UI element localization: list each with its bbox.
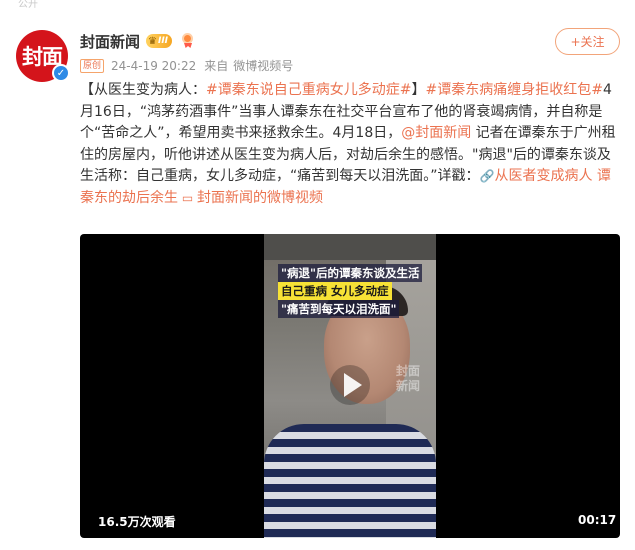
play-icon xyxy=(343,373,362,397)
video-caption-2: 自己重病 女儿多动症 xyxy=(278,282,392,300)
video-icon: ▭ xyxy=(178,190,197,205)
top-partial-label: 公开 xyxy=(18,0,38,10)
verified-icon: ✓ xyxy=(52,64,70,82)
account-name[interactable]: 封面新闻 xyxy=(80,31,140,52)
author-name-row: 封面新闻 ♛ III xyxy=(80,30,196,52)
source-prefix: 来自 xyxy=(204,59,229,73)
vip-level: III xyxy=(157,36,169,46)
text-bracket-close: 】 xyxy=(411,82,426,98)
fan-medal-icon[interactable] xyxy=(180,33,196,49)
video-caption-3: "痛苦到每天以泪洗面" xyxy=(278,300,400,318)
follow-button[interactable]: +关注 xyxy=(555,28,620,55)
video-caption-1: "病退"后的谭秦东谈及生活 xyxy=(278,264,423,282)
topic-link-1[interactable]: #谭秦东说自己重病女儿多动症# xyxy=(206,82,411,98)
video-player[interactable]: "病退"后的谭秦东谈及生活 自己重病 女儿多动症 "痛苦到每天以泪洗面" 封面新… xyxy=(80,234,620,538)
person-shirt xyxy=(264,424,436,538)
video-link[interactable]: 封面新闻的微博视频 xyxy=(197,190,323,206)
original-tag: 原创 xyxy=(80,58,105,73)
view-count: 16.5万次观看 xyxy=(98,515,176,529)
video-duration: 00:17 xyxy=(578,513,617,527)
post-timestamp[interactable]: 24-4-19 20:22 xyxy=(111,59,196,73)
vip-badge-icon[interactable]: ♛ III xyxy=(146,34,173,48)
topic-link-2[interactable]: #谭秦东病痛缠身拒收红包# xyxy=(425,82,602,98)
video-watermark: 封面 新闻 xyxy=(396,364,421,393)
mention-link[interactable]: @封面新闻 xyxy=(401,125,471,141)
crown-icon: ♛ xyxy=(148,35,157,47)
post-text: 【从医生变为病人：#谭秦东说自己重病女儿多动症#】#谭秦东病痛缠身拒收红包#4月… xyxy=(80,80,620,209)
post-source[interactable]: 微博视频号 xyxy=(233,57,293,74)
link-icon: 🔗 xyxy=(479,169,495,183)
post-meta: 原创 24-4-19 20:22 来自 微博视频号 xyxy=(80,57,293,74)
text-bracket-open: 【从医生变为病人： xyxy=(80,82,206,98)
play-button[interactable] xyxy=(330,365,370,405)
top-cut-text: 公开 xyxy=(0,0,635,10)
